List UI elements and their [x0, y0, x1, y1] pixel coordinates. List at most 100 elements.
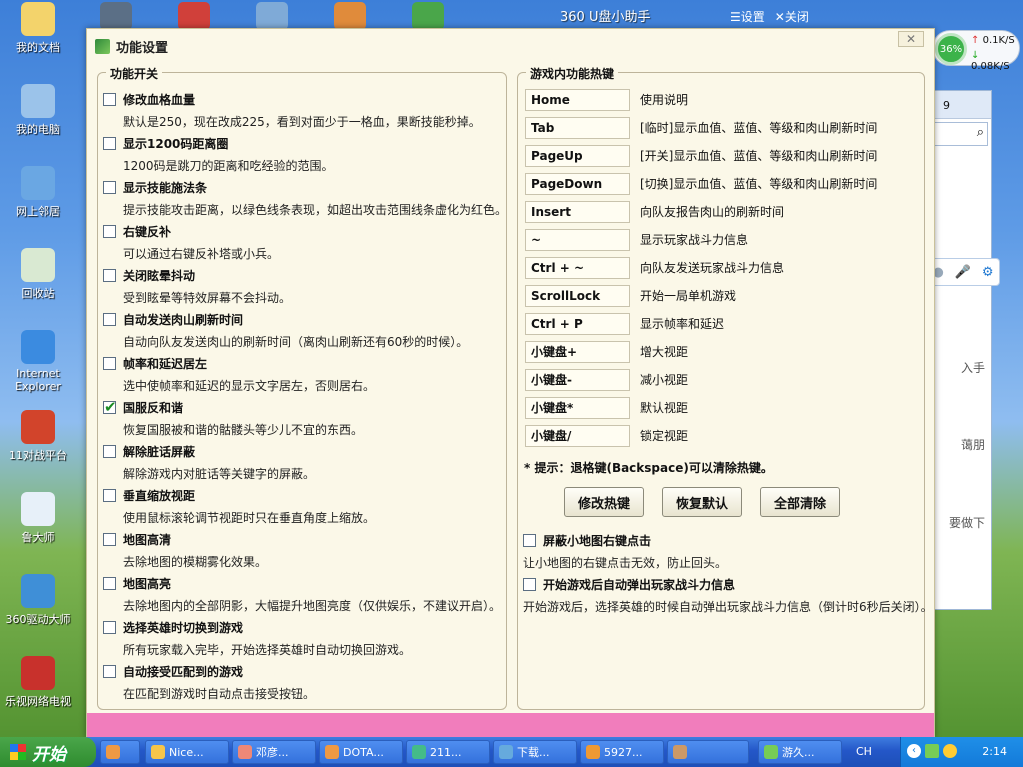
taskbar-window-button[interactable]: 211...	[406, 740, 490, 764]
option-description: 让小地图的右键点击无效，防止回头。	[523, 556, 728, 570]
option-label[interactable]: 自动发送肉山刷新时间	[123, 311, 243, 328]
desktop-icon[interactable]: Internet Explorer	[0, 330, 76, 393]
option-description: 去除地图的模糊雾化效果。	[123, 555, 268, 569]
desktop-icon[interactable]: 乐视网络电视	[0, 656, 76, 709]
hotkey-field[interactable]: Ctrl + ~	[525, 257, 630, 279]
option-checkbox[interactable]	[103, 489, 116, 502]
hotkey-field[interactable]: 小键盘-	[525, 369, 630, 391]
option-description: 1200码是跳刀的距离和吃经验的范围。	[123, 159, 334, 173]
helper-close-link[interactable]: ✕关闭	[775, 8, 809, 25]
hotkey-field[interactable]: 小键盘+	[525, 341, 630, 363]
mic-icon[interactable]: 🎤	[955, 265, 971, 280]
desktop-icon[interactable]: 11对战平台	[0, 410, 76, 463]
option-checkbox[interactable]	[103, 665, 116, 678]
option-checkbox[interactable]	[103, 225, 116, 238]
option-checkbox[interactable]	[103, 357, 116, 370]
window-app-icon	[412, 745, 426, 759]
gear-icon[interactable]: ⚙	[982, 265, 994, 280]
hotkey-tip: * 提示：退格键(Backspace)可以清除热键。	[524, 461, 773, 475]
option-checkbox[interactable]	[523, 578, 536, 591]
window-app-icon	[764, 745, 778, 759]
hotkey-field[interactable]: Insert	[525, 201, 630, 223]
taskbar-window-button[interactable]: 下载...	[493, 740, 577, 764]
option-label[interactable]: 垂直缩放视距	[123, 487, 195, 504]
option-label[interactable]: 开始游戏后自动弹出玩家战斗力信息	[543, 576, 735, 593]
taskbar-window-button[interactable]: Nice...	[145, 740, 229, 764]
hotkey-field[interactable]: ~	[525, 229, 630, 251]
option-label[interactable]: 显示1200码距离圈	[123, 135, 228, 152]
option-checkbox[interactable]	[103, 621, 116, 634]
network-speed-widget[interactable]: 36% ↑ 0.1K/S ↓ 0.08K/S	[932, 30, 1020, 72]
desktop-icon[interactable]: 我的电脑	[0, 84, 76, 137]
option-checkbox[interactable]	[103, 398, 117, 416]
option-checkbox[interactable]	[103, 137, 116, 150]
taskbar-window-button[interactable]	[667, 740, 749, 764]
desktop-top-icon-books[interactable]	[412, 2, 444, 30]
taskbar-button-label: 下载...	[517, 746, 550, 759]
taskbar-button-label: 游久...	[782, 746, 815, 759]
restore-default-button[interactable]: 恢复默认	[662, 487, 742, 517]
hotkey-field[interactable]: Home	[525, 89, 630, 111]
desktop-icon[interactable]: 360驱动大师	[0, 574, 76, 627]
option-label[interactable]: 关闭眩晕抖动	[123, 267, 195, 284]
option-label[interactable]: 地图高亮	[123, 575, 171, 592]
start-button[interactable]: 开始	[0, 737, 96, 767]
dialog-close-button[interactable]: ✕	[898, 31, 924, 47]
option-label[interactable]: 屏蔽小地图右键点击	[543, 532, 651, 549]
taskbar-window-button[interactable]: 邓彦...	[232, 740, 316, 764]
option-description: 受到眩晕等特效屏幕不会抖动。	[123, 291, 292, 305]
hotkey-field[interactable]: PageUp	[525, 145, 630, 167]
taskbar-window-button[interactable]: DOTA...	[319, 740, 403, 764]
option-checkbox[interactable]	[103, 313, 116, 326]
taskbar-window-button[interactable]: 5927...	[580, 740, 664, 764]
desktop-icon-label: 我的文档	[16, 41, 60, 54]
option-description: 开始游戏后，选择英雄的时候自动弹出玩家战斗力信息（倒计时6秒后关闭）。	[523, 600, 933, 614]
helper-settings-link[interactable]: ☰设置	[730, 8, 765, 25]
option-checkbox[interactable]	[103, 445, 116, 458]
desktop-icon[interactable]: 网上邻居	[0, 166, 76, 219]
option-checkbox[interactable]	[103, 93, 116, 106]
desktop-icon[interactable]: 鲁大师	[0, 492, 76, 545]
option-description: 去除地图内的全部阴影，大幅提升地图亮度（仅供娱乐，不建议开启）。	[123, 599, 502, 613]
option-label[interactable]: 修改血格血量	[123, 91, 195, 108]
hotkey-field[interactable]: ScrollLock	[525, 285, 630, 307]
hotkey-field[interactable]: 小键盘*	[525, 397, 630, 419]
hotkey-description: [切换]显示血值、蓝值、等级和肉山刷新时间	[640, 177, 878, 191]
option-checkbox[interactable]	[523, 534, 536, 547]
bg-window-text: 入手	[960, 361, 985, 375]
hotkey-field[interactable]: Tab	[525, 117, 630, 139]
option-checkbox[interactable]	[103, 181, 116, 194]
option-label[interactable]: 右键反补	[123, 223, 171, 240]
dialog-footer-bar	[87, 713, 934, 737]
quicklaunch-icon[interactable]	[100, 740, 140, 764]
hotkey-field[interactable]: PageDown	[525, 173, 630, 195]
bg-window-search[interactable]: ⌕	[934, 122, 988, 146]
desktop-icon[interactable]: 我的文档	[0, 2, 76, 55]
option-label[interactable]: 帧率和延迟居左	[123, 355, 207, 372]
option-label[interactable]: 显示技能施法条	[123, 179, 207, 196]
hotkey-description: 使用说明	[640, 93, 689, 107]
taskbar-window-button[interactable]: 游久...	[758, 740, 842, 764]
option-checkbox[interactable]	[103, 577, 116, 590]
option-label[interactable]: 解除脏话屏蔽	[123, 443, 195, 460]
option-label[interactable]: 自动接受匹配到的游戏	[123, 663, 243, 680]
option-checkbox[interactable]	[103, 269, 116, 282]
desktop-top-icon-film[interactable]	[100, 2, 132, 30]
option-checkbox[interactable]	[103, 533, 116, 546]
option-label[interactable]: 地图高清	[123, 531, 171, 548]
language-indicator[interactable]: CH	[856, 745, 872, 758]
modify-hotkey-button[interactable]: 修改热键	[564, 487, 644, 517]
clear-all-button[interactable]: 全部清除	[760, 487, 840, 517]
desktop-icon[interactable]: 回收站	[0, 248, 76, 301]
hotkey-description: 减小视距	[640, 373, 689, 387]
tray-app-icon[interactable]	[925, 744, 939, 758]
hotkey-field[interactable]: 小键盘/	[525, 425, 630, 447]
tray-arrow-icon[interactable]: ‹	[907, 744, 921, 758]
desktop-top-icon-box[interactable]	[334, 2, 366, 30]
desktop-top-icon-v[interactable]	[178, 2, 210, 30]
hotkey-field[interactable]: Ctrl + P	[525, 313, 630, 335]
desktop-top-icon-network[interactable]	[256, 2, 288, 30]
option-label[interactable]: 选择英雄时切换到游戏	[123, 619, 243, 636]
tray-cat-icon[interactable]	[943, 744, 957, 758]
option-label[interactable]: 国服反和谐	[123, 399, 183, 416]
